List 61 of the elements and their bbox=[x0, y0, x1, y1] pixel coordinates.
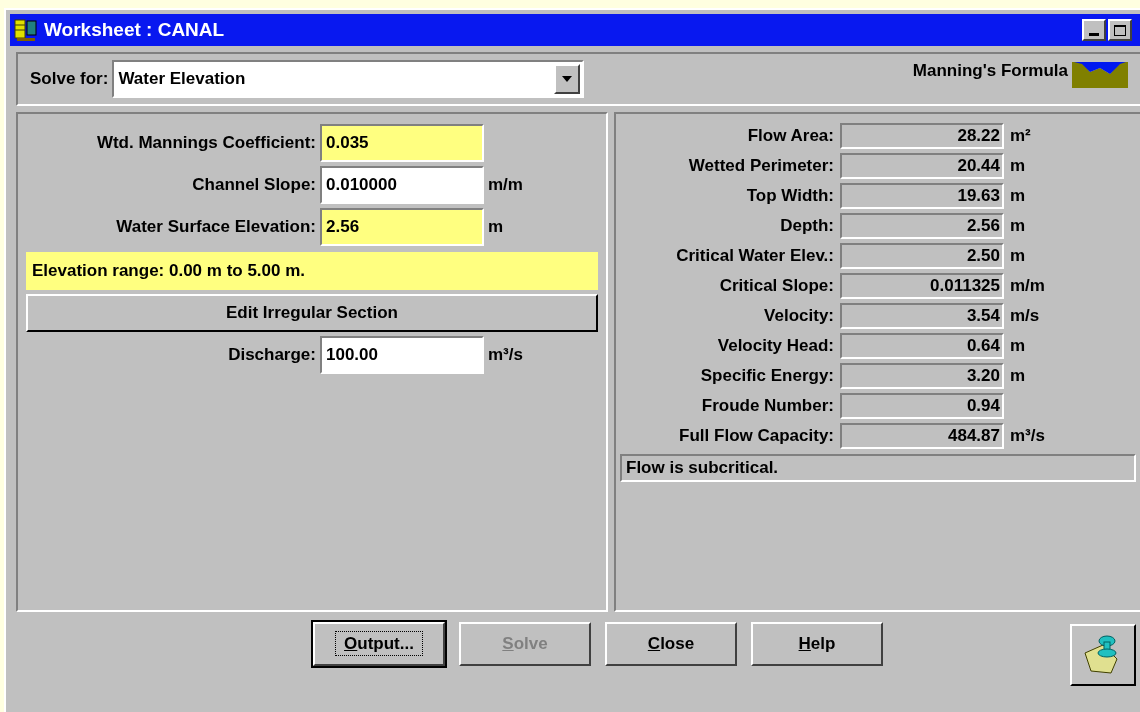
result-value: 3.54 bbox=[840, 302, 1004, 329]
result-label: Wetted Perimeter: bbox=[687, 154, 834, 177]
result-label: Depth: bbox=[779, 214, 834, 237]
minimize-icon bbox=[1089, 33, 1099, 36]
result-value: 2.56 bbox=[840, 212, 1004, 239]
input-field[interactable]: 0.010000 bbox=[320, 166, 484, 204]
result-label: Top Width: bbox=[745, 184, 834, 207]
result-value: 0.94 bbox=[840, 392, 1004, 419]
pin-note-button[interactable] bbox=[1070, 624, 1136, 686]
result-value: 19.63 bbox=[840, 182, 1004, 209]
dialog-button[interactable]: Output... bbox=[313, 622, 445, 666]
result-label: Velocity: bbox=[763, 304, 834, 327]
unit-label: m bbox=[1010, 244, 1026, 267]
field-label: Channel Slope: bbox=[191, 174, 316, 197]
result-label: Specific Energy: bbox=[699, 364, 834, 387]
result-label: Critical Slope: bbox=[718, 274, 834, 297]
result-value: 0.64 bbox=[840, 332, 1004, 359]
unit-label: m bbox=[1010, 364, 1026, 387]
input-field[interactable]: 100.00 bbox=[320, 336, 484, 374]
result-label: Flow Area: bbox=[746, 124, 834, 147]
window-title: Worksheet : CANAL bbox=[44, 17, 225, 42]
result-value: 20.44 bbox=[840, 152, 1004, 179]
unit-label: m³/s bbox=[1010, 424, 1045, 447]
result-label: Critical Water Elev.: bbox=[675, 244, 834, 267]
result-value: 484.87 bbox=[840, 422, 1004, 449]
result-label: Velocity Head: bbox=[716, 334, 834, 357]
dialog-button[interactable]: Close bbox=[605, 622, 737, 666]
field-label: Discharge: bbox=[227, 344, 316, 367]
unit-label: m bbox=[1010, 184, 1026, 207]
result-value: 0.011325 bbox=[840, 272, 1004, 299]
result-label: Full Flow Capacity: bbox=[678, 424, 834, 447]
edit-section-button[interactable]: Edit Irregular Section bbox=[26, 294, 598, 332]
result-value: 3.20 bbox=[840, 362, 1004, 389]
unit-label: m/m bbox=[1010, 274, 1045, 297]
field-label: Wtd. Mannings Coefficient: bbox=[95, 132, 316, 155]
unit-label: m/s bbox=[1010, 304, 1040, 327]
status-message: Flow is subcritical. bbox=[620, 454, 1136, 482]
result-value: 2.50 bbox=[840, 242, 1004, 269]
dialog-button[interactable]: Help bbox=[751, 622, 883, 666]
maximize-button[interactable] bbox=[1108, 19, 1132, 41]
unit-label: m/m bbox=[488, 174, 523, 197]
unit-label: m bbox=[1010, 154, 1026, 177]
solve-for-label: Solve for: bbox=[30, 68, 109, 91]
range-message: Elevation range: 0.00 m to 5.00 m. bbox=[26, 252, 598, 290]
formula-label: Manning's Formula bbox=[912, 60, 1068, 82]
worksheet-icon bbox=[14, 18, 40, 42]
caret-icon bbox=[562, 76, 573, 82]
dropdown-button[interactable] bbox=[554, 64, 581, 94]
unit-label: m³/s bbox=[488, 344, 523, 367]
minimize-button[interactable] bbox=[1082, 19, 1106, 41]
input-field[interactable]: 2.56 bbox=[320, 208, 484, 246]
field-label: Water Surface Elevation: bbox=[115, 216, 316, 239]
result-value: 28.22 bbox=[840, 122, 1004, 149]
result-label: Froude Number: bbox=[700, 394, 834, 417]
maximize-icon bbox=[1114, 24, 1126, 36]
unit-label: m² bbox=[1010, 124, 1031, 147]
solve-for-dropdown[interactable]: Water Elevation bbox=[112, 60, 585, 98]
input-field[interactable]: 0.035 bbox=[320, 124, 484, 162]
unit-label: m bbox=[488, 216, 504, 239]
unit-label: m bbox=[1010, 334, 1026, 357]
unit-label: m bbox=[1010, 214, 1026, 237]
